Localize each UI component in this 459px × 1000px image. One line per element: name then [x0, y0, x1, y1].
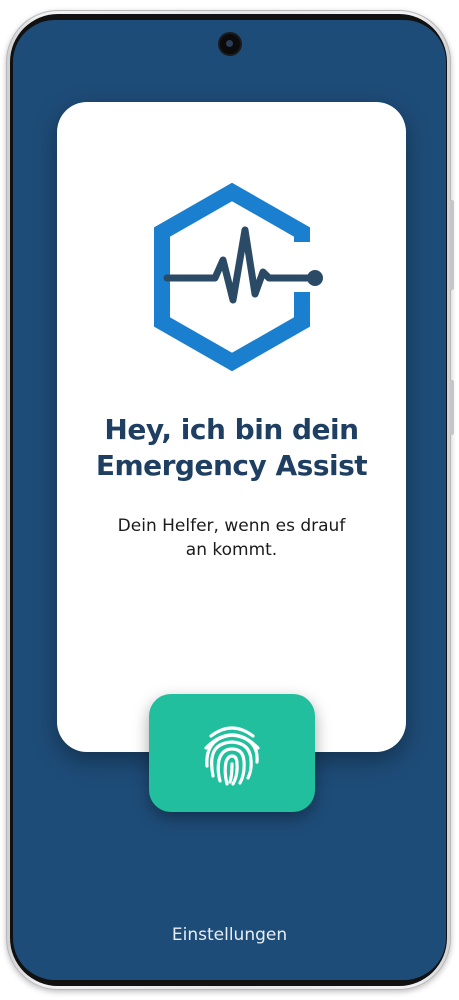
- headline-line-1: Hey, ich bin dein: [104, 413, 359, 446]
- power-button: [450, 380, 454, 435]
- fingerprint-unlock-button[interactable]: [149, 694, 315, 812]
- subtitle-line-2: an kommt.: [185, 540, 278, 560]
- settings-link[interactable]: Einstellungen: [13, 925, 446, 945]
- headline-line-2: Emergency Assist: [95, 449, 368, 482]
- subtitle-line-1: Dein Helfer, wenn es drauf: [117, 516, 346, 536]
- volume-button: [450, 200, 454, 290]
- welcome-subtitle: Dein Helfer, wenn es drauf an kommt.: [77, 514, 386, 562]
- fingerprint-icon: [204, 726, 260, 786]
- welcome-card: Hey, ich bin dein Emergency Assist Dein …: [57, 102, 406, 752]
- front-camera: [219, 34, 240, 54]
- welcome-headline: Hey, ich bin dein Emergency Assist: [57, 412, 406, 484]
- heartbeat-hexagon-icon: [154, 182, 323, 372]
- app-screen: Hey, ich bin dein Emergency Assist Dein …: [13, 20, 446, 980]
